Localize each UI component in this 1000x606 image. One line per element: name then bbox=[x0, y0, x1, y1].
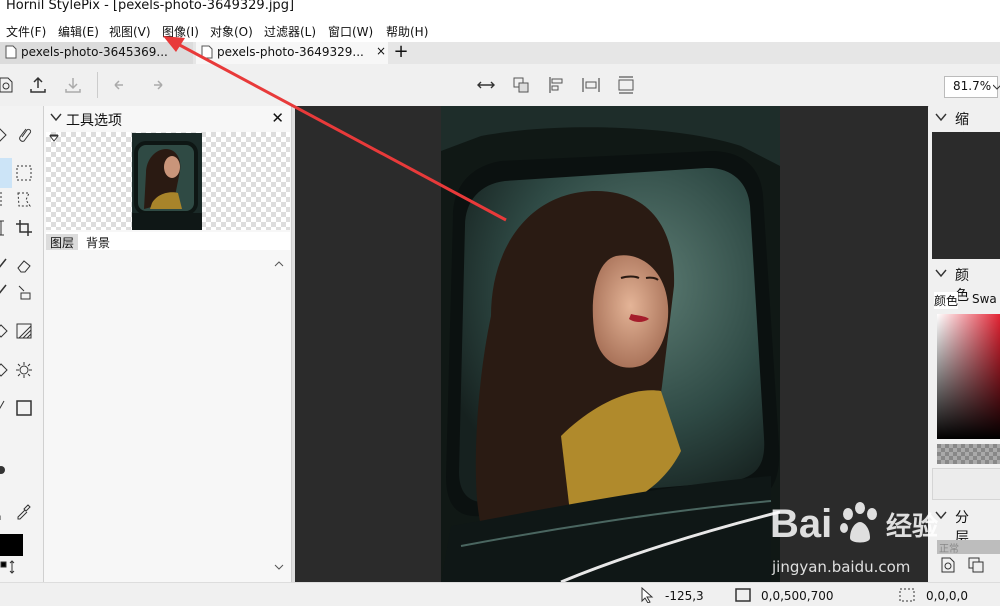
collapse-chevron-icon[interactable] bbox=[935, 268, 947, 278]
watermark-brand-cn: 经验 bbox=[886, 512, 939, 542]
brightness-icon[interactable] bbox=[15, 361, 33, 379]
distribute-icon[interactable] bbox=[581, 75, 601, 95]
menu-filter[interactable]: 过滤器(L) bbox=[264, 23, 316, 40]
undo-icon[interactable] bbox=[110, 75, 130, 95]
tab-label: pexels-photo-3645369... bbox=[21, 45, 168, 59]
panel-title: 工具选项 bbox=[66, 113, 122, 129]
new-file-icon[interactable] bbox=[0, 75, 16, 95]
color-picker-field[interactable] bbox=[937, 314, 1000, 439]
eyedropper-icon[interactable] bbox=[15, 504, 33, 522]
flip-horizontal-icon[interactable] bbox=[476, 75, 496, 95]
file-icon bbox=[201, 45, 213, 59]
zoom-value: 81.7% bbox=[953, 79, 992, 93]
align-left-icon[interactable] bbox=[547, 75, 567, 95]
collapse-chevron-icon[interactable] bbox=[50, 112, 62, 122]
rectangle-tool-icon[interactable] bbox=[15, 399, 33, 417]
new-tab-button[interactable]: + bbox=[391, 42, 411, 62]
watermark-brand: Bai bbox=[770, 502, 833, 546]
toolbar-separator bbox=[97, 72, 98, 98]
cursor-position: -125,3 bbox=[665, 589, 704, 603]
alpha-slider[interactable] bbox=[937, 444, 1000, 464]
canvas-image[interactable] bbox=[441, 106, 780, 582]
status-bar: -125,3 0,0,500,700 0,0,0,0 bbox=[0, 582, 1000, 606]
navigator-preview[interactable] bbox=[932, 132, 1000, 259]
swap-colors-icon[interactable] bbox=[0, 560, 18, 574]
toolbar bbox=[0, 64, 1000, 107]
color-preview bbox=[932, 468, 1000, 500]
arrange-icon[interactable] bbox=[511, 75, 531, 95]
cursor-icon bbox=[641, 587, 654, 603]
menu-bar: 文件(F) 编辑(E) 视图(V) 图像(I) 对象(O) 过滤器(L) 窗口(… bbox=[0, 20, 1000, 42]
document-tab-bar: pexels-photo-3645369... pexels-photo-364… bbox=[0, 42, 1000, 64]
tool-options-panel: 工具选项 ✕ 图层 背景 bbox=[44, 106, 292, 582]
tab-close-button[interactable]: × bbox=[376, 44, 386, 58]
selection-dimensions: 0,0,0,0 bbox=[926, 589, 968, 603]
panel-header: 工具选项 ✕ bbox=[44, 106, 291, 132]
selected-tool-highlight bbox=[0, 158, 12, 188]
rect-select-icon[interactable] bbox=[15, 164, 33, 182]
color-tab-strip: 颜色 Swa bbox=[934, 290, 1000, 310]
menu-window[interactable]: 窗口(W) bbox=[328, 23, 373, 40]
title-bar: Hornil StylePix - [pexels-photo-3649329.… bbox=[0, 0, 1000, 20]
gradient-icon[interactable] bbox=[15, 322, 33, 340]
menu-image[interactable]: 图像(I) bbox=[162, 23, 199, 40]
tab-layer[interactable]: 图层 bbox=[46, 234, 79, 250]
watermark-url: jingyan.baidu.com bbox=[772, 558, 911, 576]
hand-tool-icon[interactable] bbox=[0, 504, 10, 522]
tab-swatches[interactable]: Swa bbox=[972, 292, 997, 306]
tab-color[interactable]: 颜色 bbox=[934, 292, 959, 309]
collapse-chevron-icon[interactable] bbox=[935, 112, 947, 122]
foreground-color-swatch[interactable] bbox=[0, 534, 23, 556]
tool-palette bbox=[0, 106, 44, 582]
move-tool-icon[interactable] bbox=[0, 126, 10, 144]
menu-edit[interactable]: 编辑(E) bbox=[58, 23, 99, 40]
tab-label: pexels-photo-3649329... bbox=[217, 45, 364, 59]
fill-icon[interactable] bbox=[0, 322, 10, 340]
window-title: Hornil StylePix - [pexels-photo-3649329.… bbox=[6, 0, 295, 13]
paw-logo bbox=[840, 502, 877, 543]
lasso-icon[interactable] bbox=[15, 190, 33, 208]
crop-icon[interactable] bbox=[15, 219, 33, 237]
menu-file[interactable]: 文件(F) bbox=[6, 23, 46, 40]
close-panel-button[interactable]: ✕ bbox=[271, 109, 284, 127]
zoom-field[interactable]: 81.7% bbox=[944, 76, 998, 98]
layer-thumbnail[interactable] bbox=[132, 133, 202, 230]
ellipse-select-icon[interactable] bbox=[0, 190, 10, 208]
menu-help[interactable]: 帮助(H) bbox=[386, 23, 428, 40]
clone-stamp-icon[interactable] bbox=[15, 283, 33, 301]
layer-tab-strip: 图层 背景 bbox=[46, 232, 290, 250]
scroll-up-icon[interactable] bbox=[274, 260, 284, 268]
canvas-size-icon[interactable] bbox=[616, 75, 636, 95]
tab-background[interactable]: 背景 bbox=[82, 234, 114, 250]
menu-object[interactable]: 对象(O) bbox=[210, 23, 253, 40]
eraser-icon[interactable] bbox=[15, 257, 33, 275]
pencil-icon[interactable] bbox=[0, 283, 10, 301]
import-icon[interactable] bbox=[63, 75, 83, 95]
line-tool-icon[interactable] bbox=[0, 399, 10, 417]
scroll-down-icon[interactable] bbox=[274, 563, 284, 571]
baidu-watermark: Bai 经验 jingyan.baidu.com bbox=[770, 498, 996, 582]
menu-view[interactable]: 视图(V) bbox=[109, 23, 151, 40]
chevron-down-icon[interactable] bbox=[993, 76, 1000, 98]
text-tool-icon[interactable] bbox=[0, 219, 10, 237]
image-bounds-icon bbox=[735, 588, 751, 602]
smudge-icon[interactable] bbox=[0, 361, 10, 379]
tab-document-1[interactable]: pexels-photo-3645369... bbox=[0, 42, 193, 64]
file-icon bbox=[5, 45, 17, 59]
selection-bounds-icon bbox=[899, 588, 915, 602]
options-list bbox=[46, 251, 290, 581]
tab-document-2[interactable]: pexels-photo-3649329... × bbox=[196, 42, 388, 64]
brush-icon[interactable] bbox=[0, 257, 10, 275]
dropdown-arrow-icon[interactable] bbox=[49, 134, 59, 144]
zoom-tool-icon[interactable] bbox=[0, 461, 10, 479]
redo-icon[interactable] bbox=[147, 75, 167, 95]
image-dimensions: 0,0,500,700 bbox=[761, 589, 834, 603]
paperclip-icon[interactable] bbox=[15, 126, 33, 144]
export-icon[interactable] bbox=[28, 75, 48, 95]
